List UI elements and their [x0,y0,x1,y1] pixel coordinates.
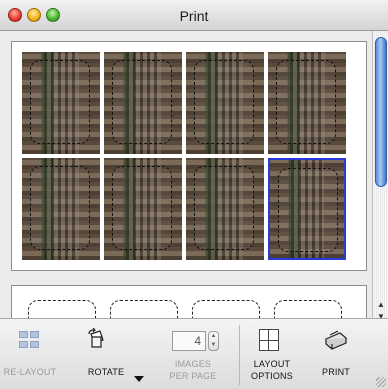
print-label: PRINT [322,367,350,377]
print-button[interactable]: PRINT [308,319,364,389]
window-title: Print [179,8,209,24]
layout-options-label: LAYOUT [253,359,291,369]
print-page-1 [11,41,367,271]
crop-frame [30,166,90,250]
images-per-page-control: 4 ▲ ▼ IMAGES PER PAGE [148,319,238,389]
image-thumbnail[interactable] [22,158,100,260]
relayout-icon [19,331,41,351]
crop-frame [194,166,254,250]
vertical-scrollbar[interactable]: ▲ ▼ [372,31,388,329]
rotate-icon [88,328,104,348]
image-thumbnail[interactable] [268,52,346,154]
bottom-toolbar: RE-LAYOUT ROTATE 4 ▲ ▼ IMAGES PER PAGE LA… [0,318,388,389]
crop-frame [112,166,172,250]
images-per-page-stepper[interactable]: ▲ ▼ [208,331,219,351]
crop-frame [194,60,254,144]
image-thumbnail[interactable] [104,52,182,154]
images-per-page-label: IMAGES [174,359,212,369]
images-per-page-field[interactable]: 4 [172,331,206,351]
crop-frame [276,60,336,144]
relayout-button[interactable]: RE-LAYOUT [0,319,60,389]
printer-icon [324,330,348,350]
dropdown-triangle-icon [134,376,144,382]
layout-options-button[interactable]: LAYOUT OPTIONS [244,319,300,389]
image-thumbnail[interactable] [186,52,264,154]
layout-options-label-2: OPTIONS [251,371,293,381]
rotate-button[interactable]: ROTATE [64,319,148,389]
image-thumbnail[interactable] [22,52,100,154]
crop-frame [30,60,90,144]
images-per-page-label-2: PER PAGE [169,371,217,381]
image-thumbnail[interactable] [186,158,264,260]
crop-frame [278,168,338,252]
relayout-label: RE-LAYOUT [3,367,57,377]
image-thumbnail[interactable] [104,158,182,260]
image-thumbnail-selected[interactable] [268,158,346,260]
toolbar-divider [239,325,240,385]
scroll-up-arrow-icon[interactable]: ▲ [377,301,385,309]
crop-frame [112,60,172,144]
title-bar: Print [0,0,388,31]
scroll-thumb[interactable] [375,37,387,187]
layout-grid-icon [259,329,279,351]
resize-grip-icon[interactable] [376,377,386,387]
